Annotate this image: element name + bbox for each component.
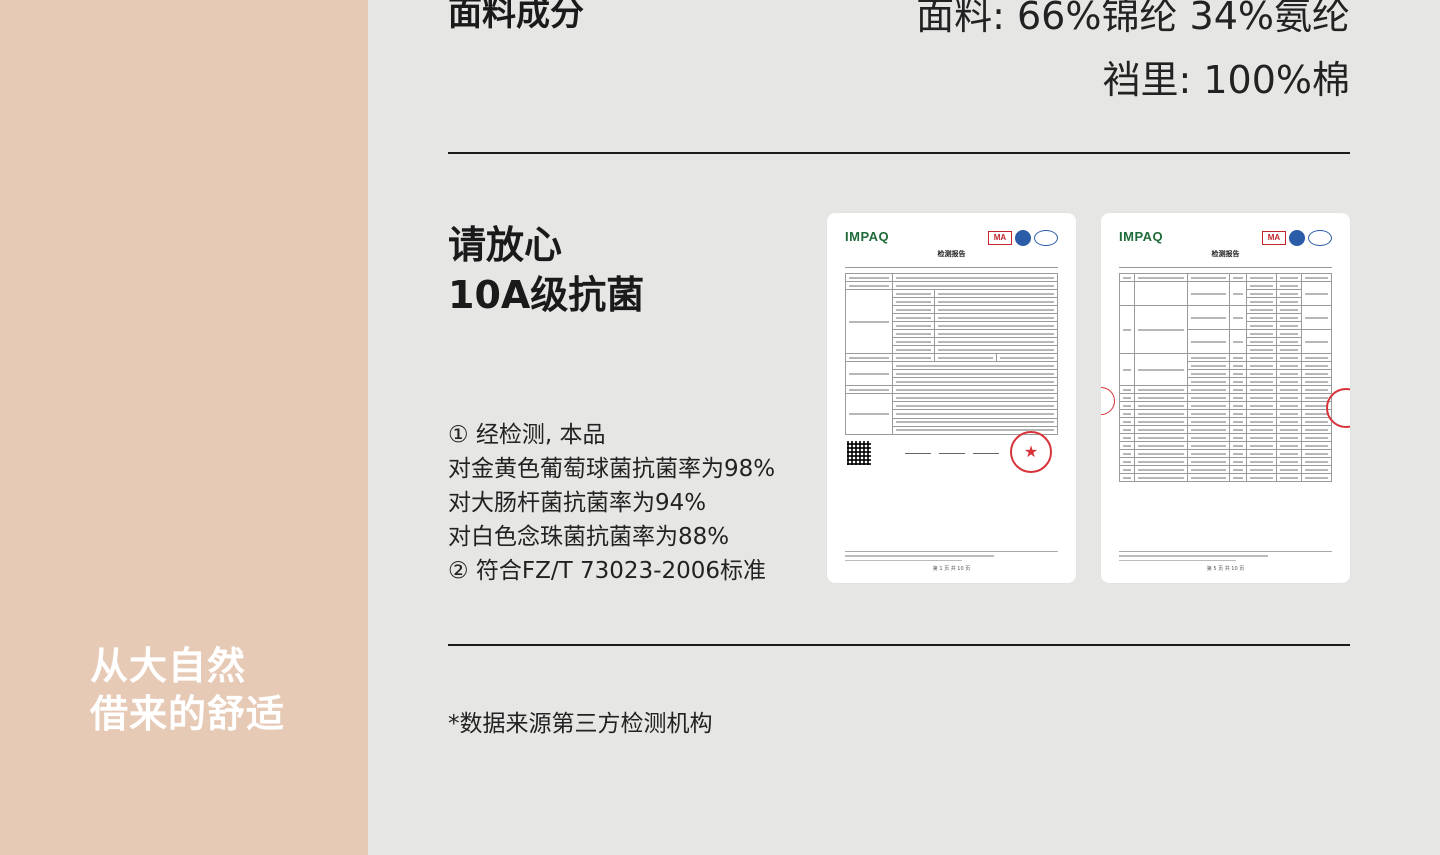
detail-line: ② 符合FZ/T 73023-2006标准	[448, 558, 767, 584]
certification-logos: MA	[1262, 230, 1332, 246]
report-meta-line	[1119, 263, 1332, 268]
section-divider-bottom	[448, 644, 1350, 646]
report-meta-line	[845, 263, 1058, 268]
report-table	[1119, 273, 1332, 482]
antibacterial-title-line-1: 请放心	[448, 223, 563, 267]
left-brand-panel: 从大自然 借来的舒适	[0, 0, 368, 855]
signature	[973, 447, 999, 454]
official-seal-icon: ★	[1010, 431, 1052, 473]
fabric-value-lining: 裆里: 100%棉	[1102, 58, 1350, 102]
test-report-image-2: IMPAQ MA 检测报告 第 5 页 共 10 页	[1101, 213, 1350, 583]
section-divider-top	[448, 152, 1350, 154]
ilac-cert-icon	[1289, 230, 1305, 246]
antibacterial-title-line-2: 10A级抗菌	[448, 273, 645, 317]
partial-seal-icon	[1101, 387, 1115, 415]
antibacterial-details: ① 经检测, 本品 对金黄色葡萄球菌抗菌率为98% 对大肠杆菌抗菌率为94% 对…	[448, 418, 775, 588]
impaq-logo: IMPAQ	[1119, 229, 1164, 244]
ilac-cert-icon	[1015, 230, 1031, 246]
detail-line: 对金黄色葡萄球菌抗菌率为98%	[448, 456, 776, 482]
cma-cert-icon: MA	[1262, 231, 1286, 245]
report-footer	[1119, 551, 1332, 562]
main-content: 面料成分 面料: 66%锦纶 34%氨纶 裆里: 100%棉 请放心 10A级抗…	[368, 0, 1440, 855]
signature	[905, 447, 931, 454]
fabric-composition-label: 面料成分	[448, 0, 584, 34]
cnas-cert-icon	[1308, 230, 1332, 246]
report-table	[845, 273, 1059, 436]
impaq-logo: IMPAQ	[845, 229, 890, 244]
antibacterial-title: 请放心 10A级抗菌	[448, 220, 644, 320]
cma-cert-icon: MA	[988, 231, 1012, 245]
fabric-value-outer: 面料: 66%锦纶 34%氨纶	[916, 0, 1350, 38]
test-report-image-1: IMPAQ MA 检测报告 ★ 第 1 页 共 10 页	[827, 213, 1076, 583]
report-title: 检测报告	[937, 250, 966, 258]
report-page-number: 第 5 页 共 10 页	[1206, 566, 1245, 572]
data-source-footnote: *数据来源第三方检测机构	[448, 711, 713, 737]
qr-code	[847, 441, 871, 465]
report-page-number: 第 1 页 共 10 页	[932, 566, 971, 572]
detail-line: 对大肠杆菌抗菌率为94%	[448, 490, 707, 516]
detail-line: ① 经检测, 本品	[448, 422, 606, 448]
certification-logos: MA	[988, 230, 1058, 246]
cnas-cert-icon	[1034, 230, 1058, 246]
detail-line: 对白色念珠菌抗菌率为88%	[448, 524, 730, 550]
tagline-line-1: 从大自然	[90, 644, 247, 688]
signature	[939, 447, 965, 454]
brand-tagline: 从大自然 借来的舒适	[90, 642, 285, 738]
report-footer	[845, 551, 1058, 562]
report-title: 检测报告	[1211, 250, 1240, 258]
fabric-composition-values: 面料: 66%锦纶 34%氨纶 裆里: 100%棉	[916, 0, 1350, 112]
tagline-line-2: 借来的舒适	[90, 692, 286, 736]
